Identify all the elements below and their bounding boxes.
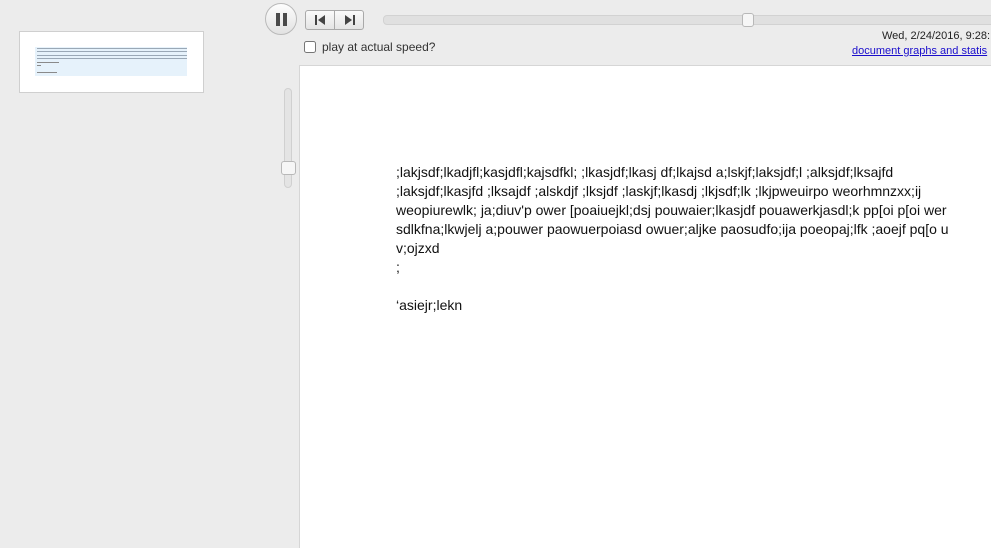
playback-window: play at actual speed? Wed, 2/24/2016, 9:… — [0, 0, 991, 548]
document-pane: ;lakjsdf;lkadjfl;kasjdfl;kajsdfkl; ;lkas… — [299, 65, 991, 548]
timeline-slider[interactable] — [383, 13, 991, 27]
thumbnail-line — [37, 54, 187, 56]
document-stats-link[interactable]: document graphs and statis — [852, 45, 987, 57]
zoom-slider-thumb[interactable] — [281, 161, 296, 176]
step-controls — [305, 10, 364, 30]
document-line: ‘asiejr;lekn — [396, 297, 463, 313]
document-line: ;laksjdf;lkasjfd ;lksajdf ;alskdjf ;lksj… — [396, 183, 922, 199]
timestamp: Wed, 2/24/2016, 9:28: — [882, 30, 991, 42]
document-line: sdlkfna;lkwjelj a;pouwer paowuerpoiasd o… — [396, 221, 949, 237]
thumbnail-line — [37, 61, 59, 63]
thumbnail-line — [37, 65, 41, 66]
thumbnail-line — [37, 48, 187, 49]
step-back-button[interactable] — [306, 11, 334, 29]
zoom-slider[interactable] — [281, 88, 296, 188]
step-forward-button[interactable] — [334, 11, 363, 29]
document-line: v;ojzxd — [396, 240, 440, 256]
document-text: ;lakjsdf;lkadjfl;kasjdfl;kajsdfkl; ;lkas… — [396, 163, 991, 315]
document-line: weopiurewlk; ja;diuv'p ower [poaiuejkl;d… — [396, 202, 947, 218]
step-forward-icon — [345, 15, 355, 25]
document-line: ;lakjsdf;lkadjfl;kasjdfl;kajsdfkl; ;lkas… — [396, 164, 894, 180]
thumbnail-line — [37, 58, 187, 60]
actual-speed-option[interactable]: play at actual speed? — [304, 39, 435, 55]
thumbnail-line — [37, 51, 187, 53]
step-back-icon — [315, 15, 325, 25]
actual-speed-label: play at actual speed? — [322, 40, 436, 54]
document-line: ; — [396, 259, 400, 275]
thumbnail-line — [37, 71, 57, 73]
pause-button[interactable] — [265, 3, 297, 35]
document-thumbnail[interactable] — [19, 31, 204, 93]
actual-speed-checkbox[interactable] — [304, 41, 316, 53]
timeline-slider-thumb[interactable] — [741, 13, 754, 27]
